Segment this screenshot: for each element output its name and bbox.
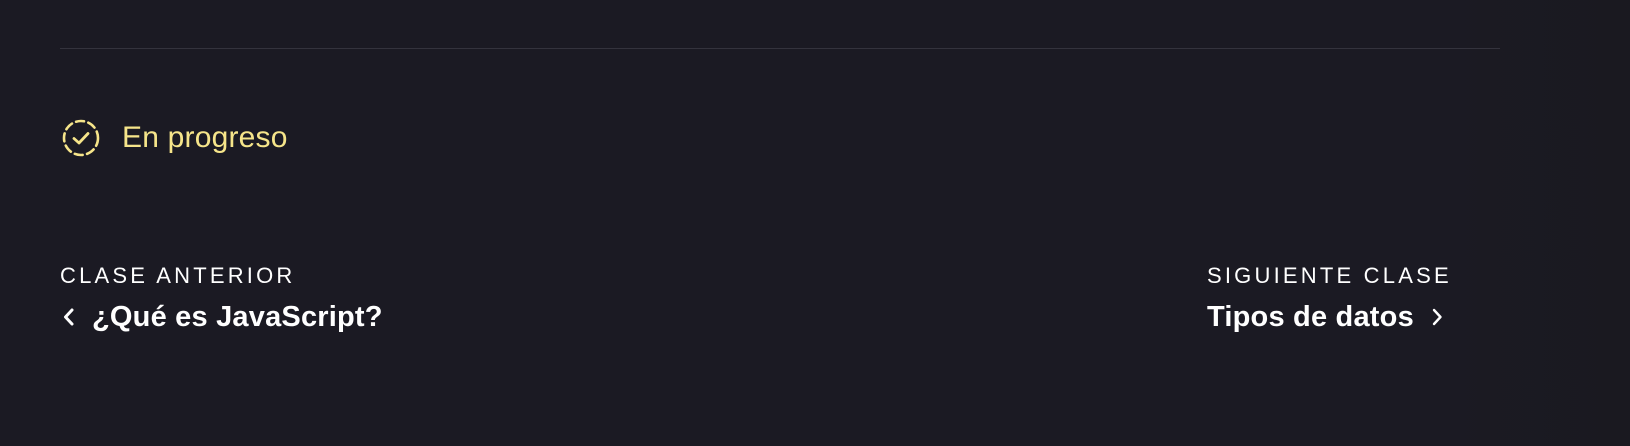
next-class-row: Tipos de datos (1207, 299, 1452, 335)
status-label: En progreso (122, 121, 288, 154)
chevron-left-icon (60, 305, 78, 329)
previous-class-row: ¿Qué es JavaScript? (60, 299, 383, 335)
chevron-right-icon (1428, 305, 1446, 329)
section-divider (60, 48, 1500, 49)
progress-status[interactable]: En progreso (60, 116, 288, 160)
next-class-title: Tipos de datos (1207, 301, 1414, 333)
background-shade (1450, 0, 1630, 446)
previous-class-link[interactable]: CLASE ANTERIOR ¿Qué es JavaScript? (60, 262, 383, 335)
previous-class-caption: CLASE ANTERIOR (60, 263, 296, 288)
next-class-link[interactable]: SIGUIENTE CLASE Tipos de datos (1207, 262, 1452, 335)
next-class-caption: SIGUIENTE CLASE (1207, 263, 1452, 288)
dashed-check-circle-icon (60, 117, 102, 159)
previous-class-title: ¿Qué es JavaScript? (92, 301, 383, 333)
